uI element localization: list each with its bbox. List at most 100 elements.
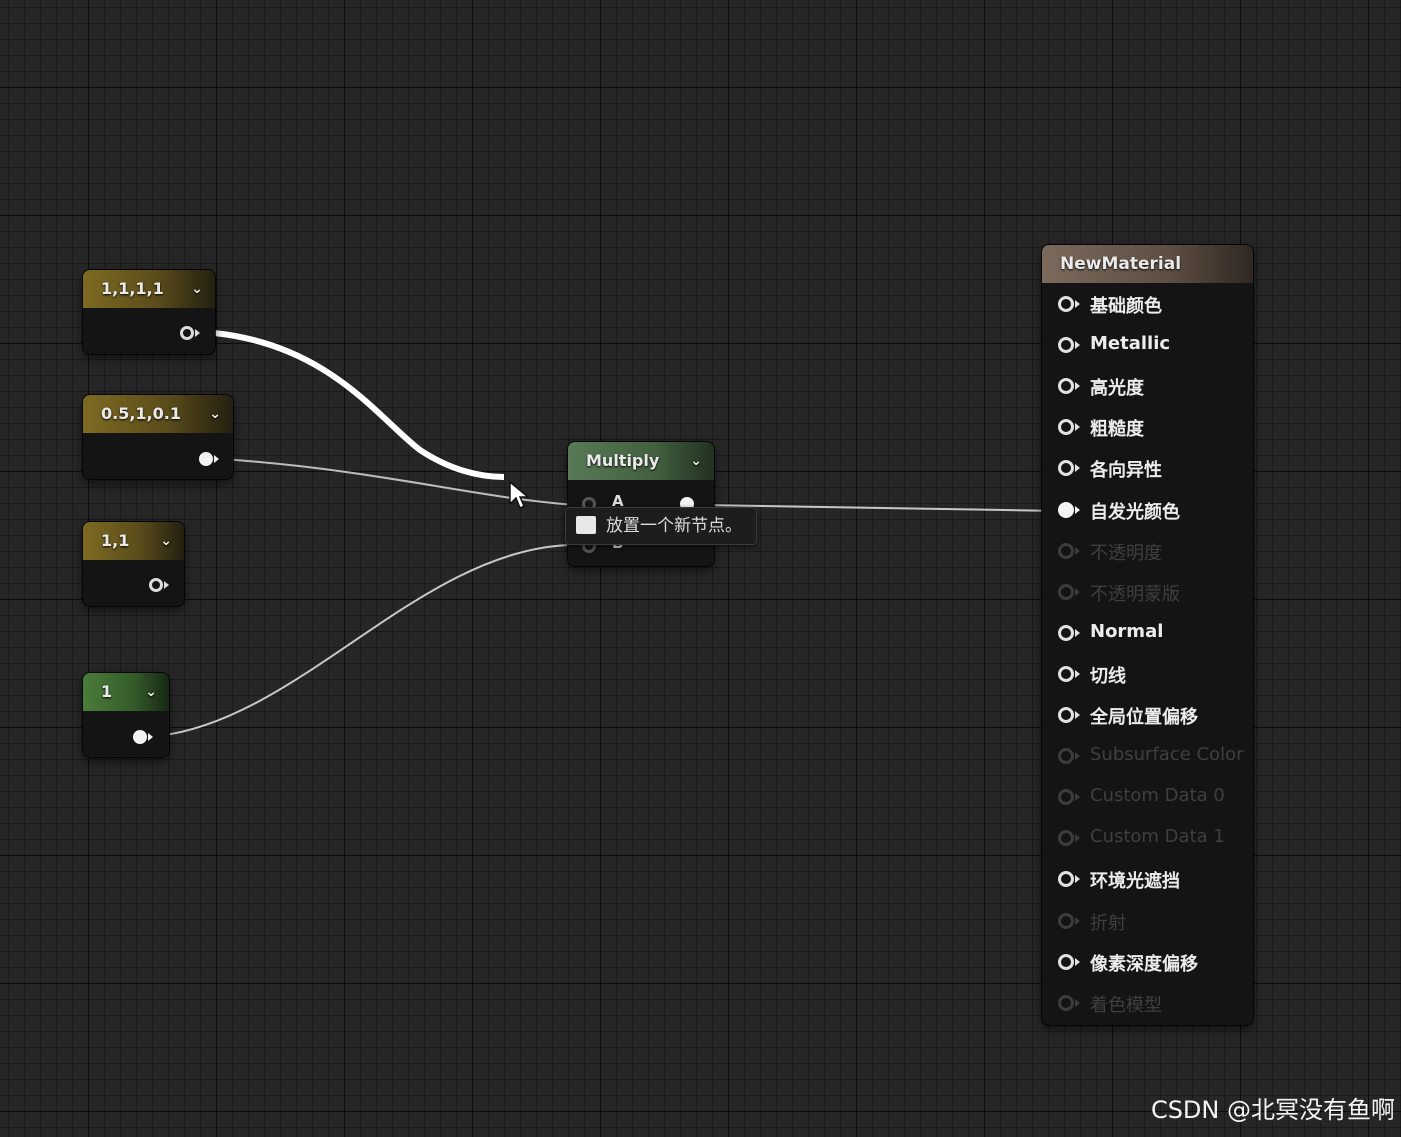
material-input-label: 高光度: [1090, 378, 1144, 400]
constant4vector-node-1[interactable]: 1,1,1,1 ⌄: [83, 270, 215, 354]
material-input-pin[interactable]: [1058, 293, 1080, 315]
output-pin-connected[interactable]: [199, 452, 213, 466]
pin-circle-icon: [1058, 583, 1074, 600]
material-input-label: 切线: [1090, 665, 1126, 687]
material-input-pin[interactable]: [1058, 910, 1080, 932]
material-input-label: 不透明蒙版: [1090, 583, 1180, 605]
pin-circle-icon: [1058, 912, 1074, 929]
node-title: Multiply: [586, 451, 660, 470]
material-input-pin[interactable]: [1058, 868, 1080, 890]
material-result-node[interactable]: NewMaterial 基础颜色 Metallic 高光度 粗糙度 各向异性 自发光颜色不…: [1042, 245, 1253, 1025]
pin-arrow-icon: [1075, 628, 1080, 637]
material-input-label: 全局位置偏移: [1090, 707, 1198, 728]
pin-arrow-icon: [1075, 423, 1080, 432]
node-value: 1,1,1,1: [101, 279, 164, 298]
pin-circle-icon: [1058, 419, 1074, 436]
material-input-pin[interactable]: [1058, 786, 1080, 808]
pin-arrow-icon: [1075, 916, 1080, 925]
pin-arrow-icon: [1075, 341, 1080, 350]
chevron-down-icon[interactable]: ⌄: [209, 395, 221, 433]
multiply-node[interactable]: Multiply ⌄ A B: [568, 442, 714, 566]
tooltip-text: 放置一个新节点。: [606, 516, 742, 536]
pin-arrow-icon: [214, 455, 219, 463]
node-icon: [576, 516, 596, 534]
pin-arrow-icon: [148, 733, 153, 741]
pin-circle-icon: [1058, 748, 1074, 765]
pin-arrow-icon: [164, 581, 169, 589]
chevron-down-icon[interactable]: ⌄: [191, 270, 203, 308]
node-value: 1: [101, 682, 113, 701]
material-input-label: Metallic: [1090, 333, 1171, 355]
node-header[interactable]: 0.5,1,0.1 ⌄: [83, 395, 233, 433]
dragging-wire: [213, 330, 505, 480]
pin-arrow-icon: [1075, 587, 1080, 596]
pin-arrow-icon: [1075, 505, 1080, 514]
material-input-pin[interactable]: [1058, 951, 1080, 973]
material-input-label: Custom Data 0: [1090, 785, 1225, 807]
pin-circle-icon: [1058, 296, 1074, 312]
material-input-label: 基础颜色: [1090, 296, 1162, 317]
pin-arrow-icon: [1075, 546, 1080, 555]
constant-node[interactable]: 1 ⌄: [83, 673, 169, 757]
node-title: NewMaterial: [1060, 254, 1182, 274]
node-header[interactable]: NewMaterial: [1042, 245, 1253, 283]
output-pin-connected[interactable]: [133, 730, 147, 744]
pin-circle-icon: [1058, 953, 1074, 970]
pin-arrow-icon: [195, 329, 200, 337]
material-input-pin[interactable]: [1058, 992, 1080, 1014]
material-input-pin[interactable]: [1058, 704, 1080, 726]
place-node-tooltip: 放置一个新节点。: [565, 507, 757, 545]
material-input-pin[interactable]: [1058, 745, 1080, 767]
chevron-down-icon[interactable]: ⌄: [145, 673, 157, 711]
material-input-label: 粗糙度: [1090, 419, 1144, 441]
pin-arrow-icon: [1075, 669, 1080, 678]
pin-arrow-icon: [1075, 793, 1080, 802]
material-input-label: Normal: [1090, 620, 1164, 642]
constant3vector-node[interactable]: 0.5,1,0.1 ⌄: [83, 395, 233, 479]
material-input-label: 着色模型: [1090, 994, 1162, 1016]
material-input-pin[interactable]: [1058, 663, 1080, 685]
node-header[interactable]: Multiply ⌄: [568, 442, 714, 480]
pin-circle-icon: [1058, 501, 1074, 518]
pin-circle-icon: [1058, 624, 1074, 641]
node-value: 1,1: [101, 531, 130, 550]
pin-circle-icon: [1058, 460, 1074, 477]
pin-arrow-icon: [1075, 834, 1080, 843]
material-input-pin[interactable]: [1058, 499, 1080, 521]
mouse-cursor-icon: [509, 480, 530, 510]
pin-circle-icon: [1058, 994, 1074, 1011]
node-value: 0.5,1,0.1: [101, 404, 181, 423]
material-input-label: 像素深度偏移: [1090, 953, 1198, 975]
node-header[interactable]: 1 ⌄: [83, 673, 169, 711]
output-pin[interactable]: [180, 326, 194, 340]
material-input-pin[interactable]: [1058, 622, 1080, 644]
material-input-pin[interactable]: [1058, 375, 1080, 397]
pin-circle-icon: [1058, 707, 1074, 723]
material-input-pin[interactable]: [1058, 334, 1080, 356]
pin-circle-icon: [1058, 830, 1074, 847]
material-input-label: Subsurface Color: [1090, 744, 1244, 766]
chevron-down-icon[interactable]: ⌄: [690, 442, 702, 480]
pin-arrow-icon: [1075, 752, 1080, 761]
pin-arrow-icon: [1075, 300, 1080, 308]
material-input-label: 自发光颜色: [1090, 501, 1180, 523]
constant2vector-node[interactable]: 1,1 ⌄: [83, 522, 184, 606]
pin-circle-icon: [1058, 871, 1074, 888]
pin-circle-icon: [1058, 337, 1074, 354]
node-header[interactable]: 1,1 ⌄: [83, 522, 184, 560]
chevron-down-icon[interactable]: ⌄: [160, 522, 172, 560]
material-input-pin[interactable]: [1058, 827, 1080, 849]
pin-arrow-icon: [1075, 957, 1080, 966]
material-input-pin[interactable]: [1058, 540, 1080, 562]
material-input-pin[interactable]: [1058, 457, 1080, 479]
output-pin[interactable]: [149, 578, 163, 592]
pin-circle-icon: [1058, 665, 1074, 682]
material-input-label: 环境光遮挡: [1090, 871, 1180, 893]
material-input-pin[interactable]: [1058, 581, 1080, 603]
node-header[interactable]: 1,1,1,1 ⌄: [83, 270, 215, 308]
material-input-pin[interactable]: [1058, 416, 1080, 438]
material-input-label: 不透明度: [1090, 542, 1162, 564]
pin-arrow-icon: [1075, 875, 1080, 884]
material-input-label: Custom Data 1: [1090, 826, 1225, 848]
pin-arrow-icon: [1075, 464, 1080, 473]
